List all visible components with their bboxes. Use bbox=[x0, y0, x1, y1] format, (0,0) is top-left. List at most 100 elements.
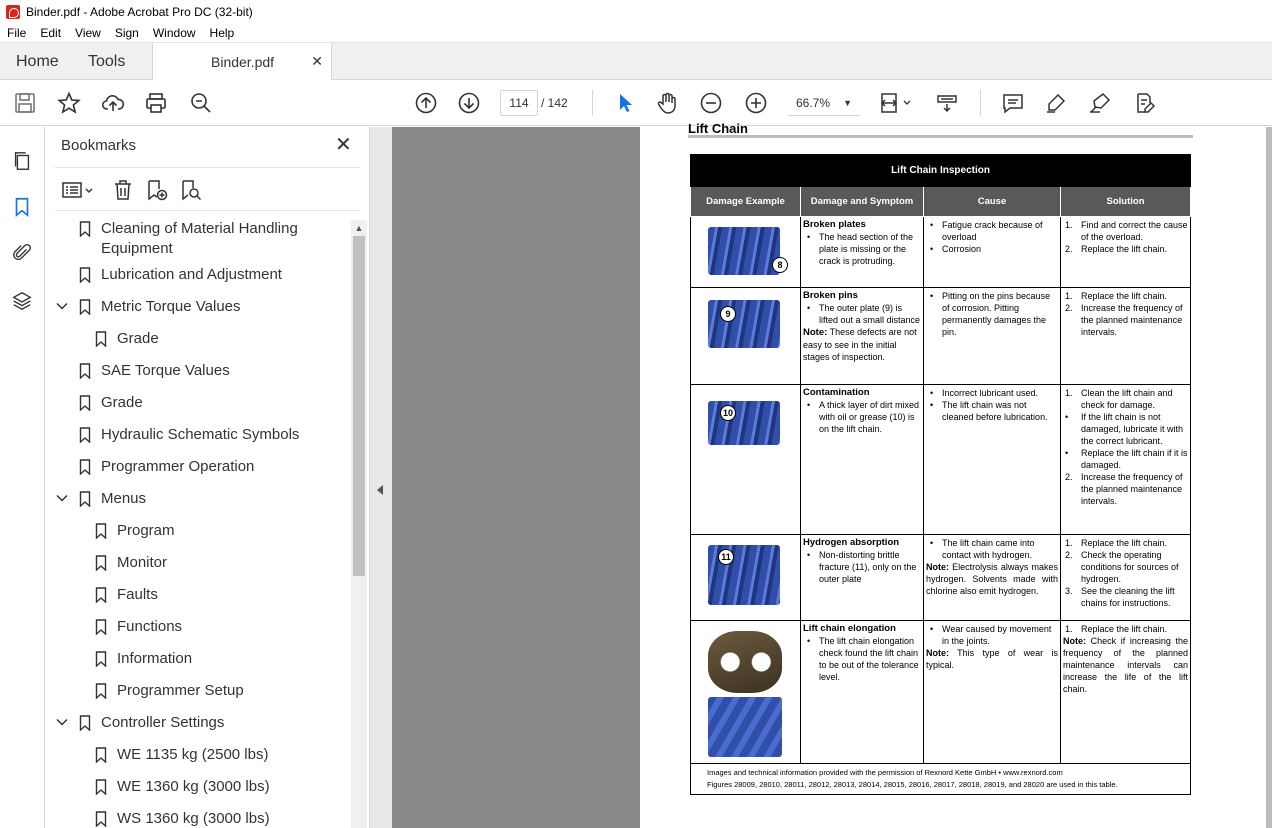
tab-document-label: Binder.pdf bbox=[211, 54, 275, 70]
layers-icon[interactable] bbox=[10, 289, 34, 313]
cause-bullet: Fatigue crack because of overload bbox=[926, 219, 1058, 243]
solution-text: Check the operating conditions for sourc… bbox=[1081, 550, 1179, 584]
zoom-out-icon[interactable] bbox=[698, 90, 724, 116]
pdf-page: Lift Chain Lift Chain Inspection Damage … bbox=[640, 121, 1266, 828]
solution-marker: 1. bbox=[1065, 538, 1073, 548]
solution-item: 1. Replace the lift chain. bbox=[1063, 537, 1188, 549]
bookmark-label: Program bbox=[117, 522, 175, 539]
menu-sign[interactable]: Sign bbox=[108, 26, 146, 40]
lift-chain-inspection-table: Lift Chain Inspection Damage Example Dam… bbox=[689, 154, 1192, 795]
cause-cell: Wear caused by movement in the joints.No… bbox=[923, 620, 1061, 764]
bookmark-options-icon[interactable] bbox=[61, 178, 95, 202]
zoom-in-icon[interactable] bbox=[743, 90, 769, 116]
solution-marker: 1. bbox=[1065, 388, 1073, 398]
solution-cell: 1. Clean the lift chain and check for dam… bbox=[1059, 384, 1192, 535]
damage-symptom-cell: Broken pinsThe outer plate (9) is lifted… bbox=[800, 287, 924, 385]
bookmarks-list: Cleaning of Material Handling Equipment L… bbox=[45, 219, 350, 828]
bookmark-label: Information bbox=[117, 650, 193, 667]
bookmarks-panel: Bookmarks ✕ Cleaning of Material Handlin… bbox=[45, 127, 370, 828]
cause-note: Note: This type of wear is typical. bbox=[926, 647, 1058, 671]
damage-example-cell: 8 bbox=[690, 216, 801, 288]
sign-pen-icon[interactable] bbox=[1087, 90, 1113, 116]
solution-text: Replace the lift chain. bbox=[1081, 538, 1168, 548]
cause-bullet: Incorrect lubricant used. bbox=[926, 387, 1058, 399]
chain-photo bbox=[708, 227, 780, 275]
solution-item: • If the lift chain is not damaged, lubri… bbox=[1063, 411, 1188, 447]
page-thumbnails-icon[interactable] bbox=[10, 149, 34, 173]
collapse-left-arrow-icon[interactable] bbox=[377, 485, 383, 495]
comment-icon[interactable] bbox=[1000, 90, 1026, 116]
solution-item: 2. Check the operating conditions for sou… bbox=[1063, 549, 1188, 585]
close-panel-icon[interactable]: ✕ bbox=[335, 135, 352, 155]
chevron-down-icon[interactable] bbox=[55, 491, 69, 505]
tab-document[interactable]: Binder.pdf ✕ bbox=[152, 43, 332, 81]
solution-item: 1. Clean the lift chain and check for dam… bbox=[1063, 387, 1188, 411]
scroll-up-arrow-icon[interactable]: ▲ bbox=[351, 220, 367, 236]
solution-text: Replace the lift chain. bbox=[1081, 244, 1168, 254]
cause-cell: The lift chain came into contact with hy… bbox=[923, 534, 1061, 621]
damage-example-cell: 9 bbox=[690, 287, 801, 385]
save-icon[interactable] bbox=[12, 90, 38, 116]
solution-item: • Replace the lift chain if it is damaged… bbox=[1063, 447, 1188, 471]
table-title: Lift Chain Inspection bbox=[689, 154, 1192, 187]
menu-view[interactable]: View bbox=[68, 26, 108, 40]
cause-note: Note: Electrolysis always makes hydrogen… bbox=[926, 561, 1058, 597]
solution-item: 3. See the cleaning the lift chains for i… bbox=[1063, 585, 1188, 609]
panel-collapse-gutter[interactable] bbox=[370, 127, 392, 828]
cloud-upload-icon[interactable] bbox=[100, 90, 126, 116]
zoom-level-select[interactable]: 66.7% ▼ bbox=[788, 90, 860, 116]
attachment-icon[interactable] bbox=[10, 241, 34, 265]
document-viewer[interactable]: Lift Chain Lift Chain Inspection Damage … bbox=[392, 121, 1272, 828]
menu-window[interactable]: Window bbox=[146, 26, 203, 40]
bookmark-label: SAE Torque Values bbox=[101, 362, 230, 379]
next-page-icon[interactable] bbox=[456, 90, 482, 116]
damage-bullet: The outer plate (9) is lifted out a smal… bbox=[803, 302, 921, 326]
scroll-mode-icon[interactable] bbox=[934, 90, 960, 116]
chain-photo bbox=[708, 300, 780, 348]
previous-page-icon[interactable] bbox=[413, 90, 439, 116]
damage-bullet: The head section of the plate is missing… bbox=[803, 231, 921, 267]
viewer-scrollbar[interactable] bbox=[1266, 127, 1272, 828]
tab-home[interactable]: Home bbox=[16, 43, 59, 80]
bookmarks-scroll-thumb[interactable] bbox=[353, 236, 365, 576]
solution-text: Replace the lift chain if it is damaged. bbox=[1081, 448, 1188, 470]
table-row: 11 Hydrogen absorptionNon-distorting brit… bbox=[690, 534, 1192, 621]
highlight-pen-icon[interactable] bbox=[1043, 90, 1069, 116]
bookmark-flag-icon bbox=[95, 747, 107, 764]
damage-note: Note: These defects are not easy to see … bbox=[803, 326, 921, 363]
select-cursor-icon[interactable] bbox=[612, 90, 638, 116]
bookmark-label: Faults bbox=[117, 586, 158, 603]
damage-example-cell: 11 bbox=[690, 534, 801, 621]
section-title: Lift Chain bbox=[688, 121, 748, 136]
hand-tool-icon[interactable] bbox=[654, 90, 680, 116]
star-icon[interactable] bbox=[56, 90, 82, 116]
menu-help[interactable]: Help bbox=[203, 26, 242, 40]
menu-file[interactable]: File bbox=[0, 26, 33, 40]
edit-document-icon[interactable] bbox=[1131, 90, 1157, 116]
bookmark-search-icon[interactable] bbox=[179, 178, 203, 202]
page-number-input[interactable]: 114 bbox=[500, 90, 538, 116]
chevron-down-icon[interactable] bbox=[55, 299, 69, 313]
solution-text: Replace the lift chain. bbox=[1081, 624, 1168, 634]
close-tab-icon[interactable]: ✕ bbox=[311, 53, 323, 70]
new-bookmark-icon[interactable] bbox=[145, 178, 169, 202]
figure-callout: 10 bbox=[720, 405, 736, 421]
page-fit-icon[interactable] bbox=[878, 90, 914, 116]
bookmark-flag-icon bbox=[95, 619, 107, 636]
menu-edit[interactable]: Edit bbox=[33, 26, 68, 40]
damage-example-cell bbox=[690, 620, 801, 764]
chevron-down-icon: ▼ bbox=[843, 98, 852, 108]
toolbar-divider bbox=[592, 90, 593, 116]
bookmarks-icon[interactable] bbox=[10, 195, 34, 219]
bookmark-label: Programmer Setup bbox=[117, 682, 244, 699]
chevron-down-icon[interactable] bbox=[55, 715, 69, 729]
bookmark-label: Grade bbox=[117, 330, 159, 347]
zoom-search-icon[interactable] bbox=[188, 90, 214, 116]
print-icon[interactable] bbox=[143, 90, 169, 116]
bookmark-label: WE 1360 kg (3000 lbs) bbox=[117, 778, 270, 795]
delete-bookmark-icon[interactable] bbox=[111, 178, 135, 202]
bookmark-flag-icon bbox=[79, 715, 91, 732]
table-row: 10 ContaminationA thick layer of dirt mix… bbox=[690, 384, 1192, 535]
tab-tools[interactable]: Tools bbox=[88, 43, 125, 80]
solution-marker: 2. bbox=[1065, 550, 1073, 560]
